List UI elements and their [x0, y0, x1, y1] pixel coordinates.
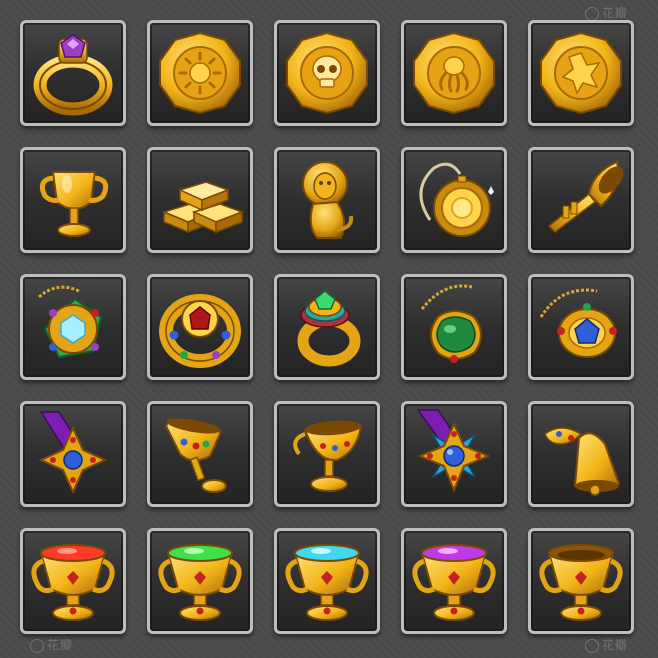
- gold-ring-purple-gem-icon: [33, 34, 113, 116]
- slot-trophy-goblet-green[interactable]: [147, 528, 253, 634]
- emerald-gold-ring-icon: [297, 290, 361, 367]
- trophy-goblet-empty-icon: [539, 544, 623, 621]
- slot-gold-trumpet[interactable]: [528, 147, 634, 253]
- slot-gold-pocket-watch[interactable]: [401, 147, 507, 253]
- gold-cross-medal-icon: [38, 411, 108, 495]
- gold-bars-icon: [161, 181, 245, 234]
- trophy-goblet-green-icon: [158, 544, 242, 621]
- slot-gold-chalice[interactable]: [274, 401, 380, 507]
- slot-gold-bars[interactable]: [147, 147, 253, 253]
- slot-jeweled-gold-ring[interactable]: [147, 274, 253, 380]
- slot-gold-coin-octopus[interactable]: [401, 20, 507, 126]
- slot-sapphire-gold-pendant[interactable]: [528, 274, 634, 380]
- emerald-pendant-icon: [420, 284, 482, 363]
- trophy-goblet-red-icon: [31, 544, 115, 621]
- trophy-goblet-cyan-icon: [285, 544, 369, 621]
- watermark-logo-icon: [585, 638, 599, 653]
- gold-chalice-icon: [293, 420, 363, 492]
- slot-gold-lion-statue[interactable]: [274, 147, 380, 253]
- trophy-goblet-purple-icon: [412, 544, 496, 621]
- watermark: 花瓣: [585, 636, 628, 653]
- slot-jeweled-brooch-pendant[interactable]: [20, 274, 126, 380]
- jeweled-gold-ring-icon: [159, 294, 241, 368]
- slot-gold-coin-sun[interactable]: [147, 20, 253, 126]
- slot-emerald-pendant[interactable]: [401, 274, 507, 380]
- jeweled-brooch-pendant-icon: [38, 285, 103, 359]
- gold-coin-skull-icon: [286, 31, 368, 115]
- watermark-logo-icon: [585, 6, 599, 21]
- slot-trophy-goblet-empty[interactable]: [528, 528, 634, 634]
- gold-trophy-cup-icon: [39, 171, 109, 237]
- slot-gold-coin-leaf[interactable]: [528, 20, 634, 126]
- slot-emerald-gold-ring[interactable]: [274, 274, 380, 380]
- watermark-logo-icon: [30, 638, 44, 653]
- slot-gold-coin-skull[interactable]: [274, 20, 380, 126]
- slot-gold-star-medal[interactable]: [401, 401, 507, 507]
- slot-jeweled-gold-goblet[interactable]: [147, 401, 253, 507]
- gold-pocket-watch-icon: [419, 162, 494, 237]
- gold-bell-icon: [544, 427, 621, 496]
- gold-lion-statue-icon: [302, 161, 354, 239]
- gold-coin-sun-icon: [159, 31, 241, 115]
- gold-coin-octopus-icon: [413, 31, 495, 115]
- gold-trumpet-icon: [547, 160, 624, 233]
- inventory-grid: [20, 20, 634, 634]
- slot-trophy-goblet-red[interactable]: [20, 528, 126, 634]
- slot-gold-bell[interactable]: [528, 401, 634, 507]
- watermark: 花瓣: [30, 636, 73, 653]
- slot-gold-cross-medal[interactable]: [20, 401, 126, 507]
- gold-star-medal-icon: [416, 409, 491, 493]
- slot-trophy-goblet-purple[interactable]: [401, 528, 507, 634]
- gold-coin-leaf-icon: [540, 31, 622, 115]
- sapphire-gold-pendant-icon: [539, 288, 617, 358]
- jeweled-gold-goblet-icon: [164, 418, 227, 493]
- slot-gold-trophy-cup[interactable]: [20, 147, 126, 253]
- slot-gold-ring-purple-gem[interactable]: [20, 20, 126, 126]
- watermark: 花瓣: [585, 4, 628, 21]
- slot-trophy-goblet-cyan[interactable]: [274, 528, 380, 634]
